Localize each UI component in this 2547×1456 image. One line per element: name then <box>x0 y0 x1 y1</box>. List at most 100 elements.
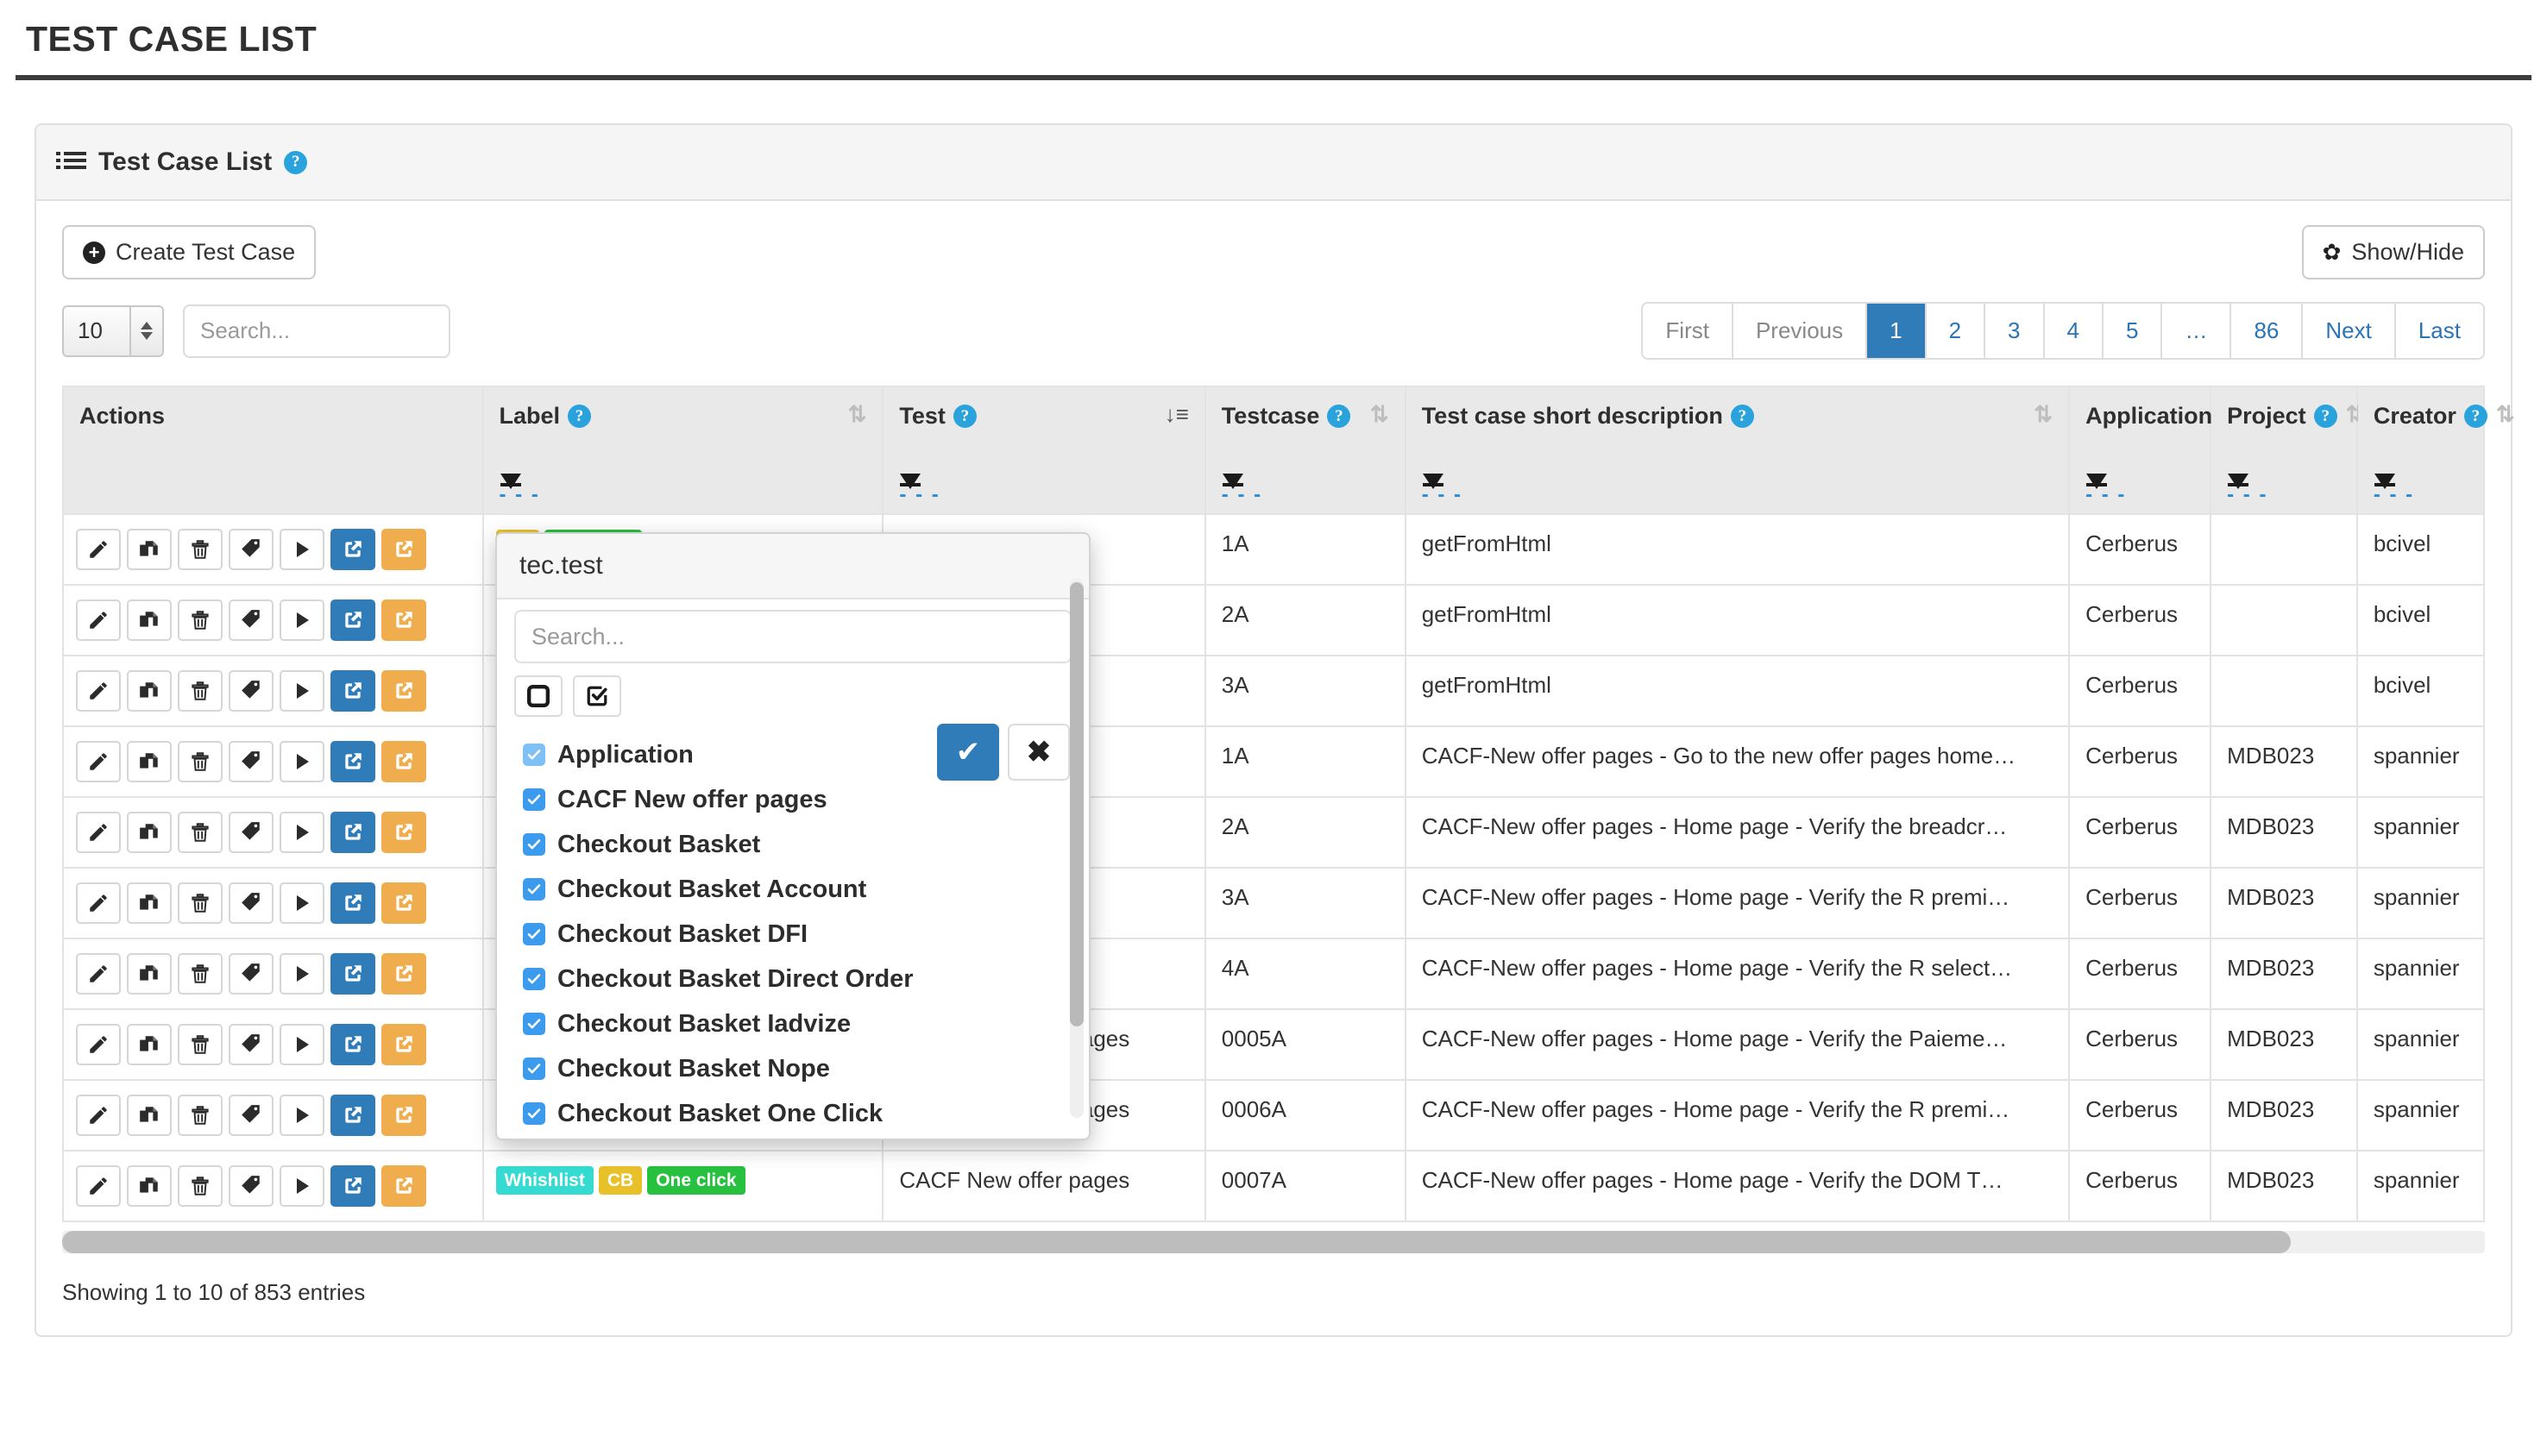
table-row[interactable]: LoginCrRelais Co3AgetFromHtmlCerberusbci… <box>62 655 2486 727</box>
column-header-description[interactable]: Test case short description ? ⇅ - - - <box>1404 386 2071 515</box>
table-row[interactable]: CBOne click1AgetFromHtmlCerberusbcivel <box>62 513 2486 586</box>
pagination-page-2[interactable]: 2 <box>1926 304 1986 358</box>
show-hide-button[interactable]: ✿ Show/Hide <box>2301 225 2485 279</box>
tag-button[interactable] <box>229 599 274 641</box>
copy-button[interactable] <box>127 882 172 924</box>
pencil-button[interactable] <box>76 1024 121 1065</box>
column-header-actions[interactable]: Actions <box>62 386 484 515</box>
trash-button[interactable] <box>178 529 223 570</box>
trash-button[interactable] <box>178 953 223 995</box>
external-link-blue-button[interactable] <box>330 882 375 924</box>
external-link-orange-button[interactable] <box>381 812 426 853</box>
copy-button[interactable] <box>127 1024 172 1065</box>
table-row[interactable]: WhishlistCBOne clickCACF New offer pages… <box>62 1008 2486 1081</box>
external-link-orange-button[interactable] <box>381 741 426 782</box>
pencil-button[interactable] <box>76 599 121 641</box>
page-length-stepper[interactable]: 10 <box>62 304 164 357</box>
pagination-first[interactable]: First <box>1643 304 1733 358</box>
help-icon-description[interactable]: ? <box>1730 405 1754 428</box>
tag-button[interactable] <box>229 1165 274 1207</box>
search-input[interactable]: Search... <box>183 304 450 358</box>
external-link-blue-button[interactable] <box>330 599 375 641</box>
external-link-orange-button[interactable] <box>381 1024 426 1065</box>
pencil-button[interactable] <box>76 1165 121 1207</box>
checkbox-checked-icon[interactable] <box>523 833 545 856</box>
help-icon-test[interactable]: ? <box>953 405 977 428</box>
external-link-blue-button[interactable] <box>330 812 375 853</box>
checkbox-checked-icon[interactable] <box>523 788 545 811</box>
copy-button[interactable] <box>127 812 172 853</box>
external-link-orange-button[interactable] <box>381 599 426 641</box>
play-button[interactable] <box>280 670 324 712</box>
popup-scrollbar[interactable] <box>1070 579 1084 1118</box>
sort-icon-testcase[interactable]: ⇅ <box>1370 403 1389 425</box>
pagination-next[interactable]: Next <box>2303 304 2396 358</box>
copy-button[interactable] <box>127 953 172 995</box>
checkbox-checked-icon[interactable] <box>523 878 545 901</box>
pagination-page-1[interactable]: 1 <box>1867 304 1927 358</box>
help-icon-label[interactable]: ? <box>568 405 592 428</box>
tag-button[interactable] <box>229 1024 274 1065</box>
pencil-button[interactable] <box>76 741 121 782</box>
sort-icon-description[interactable]: ⇅ <box>2034 403 2053 425</box>
pencil-button[interactable] <box>76 670 121 712</box>
external-link-orange-button[interactable] <box>381 1165 426 1207</box>
checkbox-checked-icon[interactable] <box>523 1102 545 1125</box>
column-header-project[interactable]: Project ? ⇅ - - - <box>2210 386 2364 515</box>
checkbox-checked-icon[interactable] <box>523 1013 545 1035</box>
popup-list-item[interactable]: CACF New offer pages <box>523 777 1072 822</box>
column-header-label[interactable]: Label ? ⇅ - - - <box>481 386 884 515</box>
play-button[interactable] <box>280 1165 324 1207</box>
column-filter-creator[interactable]: - - - <box>2374 474 2414 505</box>
play-button[interactable] <box>280 812 324 853</box>
label-badge[interactable]: CB <box>598 1166 643 1196</box>
table-row[interactable]: WhishlistCBOne clickCACF New offer pages… <box>62 1150 2486 1222</box>
column-filter-testcase[interactable]: - - - <box>1222 474 1262 505</box>
sort-icon-test-active[interactable]: ↓≡ <box>1165 403 1189 425</box>
trash-button[interactable] <box>178 599 223 641</box>
copy-button[interactable] <box>127 529 172 570</box>
help-icon-testcase[interactable]: ? <box>1327 405 1351 428</box>
popup-confirm-button[interactable]: ✔ <box>937 724 999 781</box>
external-link-orange-button[interactable] <box>381 882 426 924</box>
external-link-blue-button[interactable] <box>330 670 375 712</box>
external-link-orange-button[interactable] <box>381 529 426 570</box>
pencil-button[interactable] <box>76 1095 121 1136</box>
external-link-blue-button[interactable] <box>330 529 375 570</box>
copy-button[interactable] <box>127 741 172 782</box>
check-all-button[interactable] <box>573 675 621 717</box>
checkbox-checked-icon[interactable] <box>523 923 545 945</box>
checkbox-checked-icon[interactable] <box>523 968 545 990</box>
trash-button[interactable] <box>178 1024 223 1065</box>
pagination-last[interactable]: Last <box>2395 304 2483 358</box>
copy-button[interactable] <box>127 670 172 712</box>
column-header-testcase[interactable]: Testcase ? ⇅ - - - <box>1204 386 1406 515</box>
copy-button[interactable] <box>127 1165 172 1207</box>
uncheck-all-button[interactable] <box>514 675 563 717</box>
tag-button[interactable] <box>229 741 274 782</box>
play-button[interactable] <box>280 1095 324 1136</box>
trash-button[interactable] <box>178 812 223 853</box>
popup-list-item[interactable]: Checkout Basket Iadvize <box>523 1001 1072 1046</box>
pencil-button[interactable] <box>76 953 121 995</box>
external-link-blue-button[interactable] <box>330 1095 375 1136</box>
checkbox-checked-icon[interactable] <box>523 744 545 766</box>
play-button[interactable] <box>280 882 324 924</box>
external-link-blue-button[interactable] <box>330 1165 375 1207</box>
popup-list-item[interactable]: Checkout Basket <box>523 822 1072 867</box>
external-link-blue-button[interactable] <box>330 1024 375 1065</box>
play-button[interactable] <box>280 953 324 995</box>
column-filter-application[interactable]: - - - <box>2085 474 2126 505</box>
popup-list-item[interactable]: Checkout Basket Account <box>523 867 1072 912</box>
column-filter-test[interactable]: - - - <box>899 474 940 505</box>
external-link-blue-button[interactable] <box>330 953 375 995</box>
label-badge[interactable]: One click <box>647 1166 745 1196</box>
help-icon-creator[interactable]: ? <box>2463 405 2487 428</box>
trash-button[interactable] <box>178 741 223 782</box>
copy-button[interactable] <box>127 1095 172 1136</box>
scrollbar-thumb[interactable] <box>62 1231 2292 1253</box>
stepper-arrows[interactable] <box>129 306 162 355</box>
trash-button[interactable] <box>178 882 223 924</box>
play-button[interactable] <box>280 741 324 782</box>
table-row[interactable]: CBOne click1ACACF-New offer pages - Go t… <box>62 725 2486 798</box>
